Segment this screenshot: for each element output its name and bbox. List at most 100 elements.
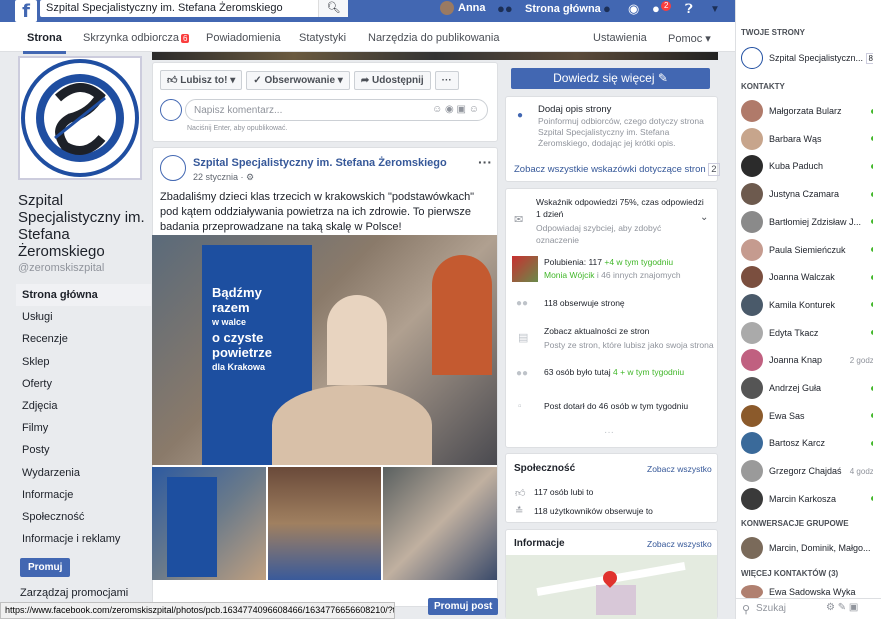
tab-publishing-tools[interactable]: Narzędzia do publikowania (368, 32, 499, 44)
contact-item[interactable]: Małgorzata Bularz (741, 100, 876, 122)
promote-post-button[interactable]: Promuj post (428, 598, 499, 615)
your-page-item[interactable]: Szpital Specjalistyczn... 8 (741, 47, 876, 69)
post-thumb-photo-3[interactable] (383, 467, 497, 580)
nav-shop[interactable]: Sklep (8, 351, 148, 373)
nav-community[interactable]: Społeczność (8, 506, 148, 528)
contact-avatar (741, 377, 763, 399)
post-thumb-photo-2[interactable] (268, 467, 381, 580)
more-contact-item[interactable]: Ewa Sadowska Wyka (741, 585, 876, 599)
contact-item[interactable]: Justyna Czamara (741, 183, 876, 206)
tab-page[interactable]: Strona (23, 32, 66, 54)
contact-item[interactable]: Kamila Konturek (741, 293, 876, 316)
friend-name-link[interactable]: Monia Wójcik (544, 270, 595, 280)
friends-icon[interactable]: ●● (497, 1, 513, 16)
contact-item[interactable]: Joanna Knap 2 godz. (741, 349, 876, 372)
feed-title[interactable]: Zobacz aktualności ze stron (544, 326, 649, 336)
group-conversation-item[interactable]: Marcin, Dominik, Małgo... (741, 537, 876, 559)
like-button[interactable]: 👍︎ Lubisz to! ▾ (160, 70, 243, 90)
help-icon[interactable]: ❓︎ (685, 1, 693, 17)
nav-home[interactable]: Strona główna (16, 284, 151, 307)
user-profile-link[interactable]: Anna (440, 1, 486, 15)
banner-line: dla Krakowa (212, 362, 266, 372)
more-dots-icon[interactable]: ··· (604, 427, 614, 438)
contact-avatar (741, 210, 763, 233)
search-icon[interactable]: 🔍︎ (318, 0, 348, 17)
comment-input[interactable]: Napisz komentarz... ☺ ◉ ▣ ☺ (185, 99, 488, 121)
more-button[interactable]: ··· (434, 71, 459, 90)
nav-about[interactable]: Informacje (8, 484, 148, 506)
friends-likes: Monia Wójcik i 46 innych znajomych (544, 270, 681, 280)
post-options-icon[interactable]: ··· (478, 154, 492, 170)
learn-more-button[interactable]: Dowiedz się więcej ✎ (511, 68, 710, 89)
contact-item[interactable]: Joanna Walczak (741, 266, 876, 289)
profile-picture[interactable] (18, 56, 142, 180)
nav-photos[interactable]: Zdjęcia (8, 395, 148, 417)
post-author-avatar[interactable] (160, 155, 186, 181)
followers-count: 118 obserwuje stronę (544, 298, 625, 308)
contact-item[interactable]: Marcin Karkosza (741, 487, 876, 510)
community-see-all-link[interactable]: Zobacz wszystko (647, 464, 712, 474)
post-main-photo[interactable]: Bądźmy razem w walce o czyste powietrze … (152, 235, 497, 465)
promote-button[interactable]: Promuj (20, 558, 71, 578)
contact-item[interactable]: Kuba Paduch (741, 155, 876, 178)
tab-settings[interactable]: Ustawienia (593, 32, 647, 44)
follow-button[interactable]: ✓ Obserwowanie ▾ (246, 71, 350, 90)
account-menu-chevron-icon[interactable]: ▼ (710, 4, 720, 15)
info-see-all-link[interactable]: Zobacz wszystko (647, 539, 712, 549)
page-left-nav: Strona główna Usługi Recenzje Sklep Ofer… (8, 284, 151, 550)
contact-item[interactable]: Andrzej Guła (741, 377, 876, 399)
contact-name: Marcin Karkosza (769, 493, 837, 504)
contact-name: Bartłomiej Zdzisław J... (769, 216, 862, 227)
nav-events[interactable]: Wydarzenia (8, 462, 148, 484)
home-link[interactable]: Strona główna (525, 3, 601, 15)
search-input[interactable]: Szpital Specjalistyczny im. Stefana Żero… (40, 0, 348, 17)
friend-requests-icon[interactable]: ● (603, 1, 611, 16)
tab-insights[interactable]: Statystyki (299, 32, 346, 44)
chevron-down-icon[interactable]: ⌄ (700, 212, 708, 223)
tab-inbox-label: Skrzynka odbiorcza (83, 32, 179, 44)
share-button[interactable]: ➦ Udostępnij (353, 71, 431, 90)
messenger-icon[interactable]: ◉ (628, 1, 639, 17)
contact-item[interactable]: Barbara Wąs (741, 127, 876, 150)
checkins-week: 4 + w tym tygodniu (613, 367, 685, 377)
manage-promotions-link[interactable]: Zarządzaj promocjami (20, 587, 148, 599)
group-avatar (741, 537, 763, 559)
contact-item[interactable]: Edyta Tkacz (741, 321, 876, 344)
contact-item[interactable]: Grzegorz Chajdaś 4 godz. (741, 460, 876, 483)
add-description-title[interactable]: Dodaj opis strony (538, 104, 611, 115)
map[interactable] (506, 555, 717, 619)
action-buttons: 👍︎ Lubisz to! ▾ ✓ Obserwowanie ▾ ➦ Udostęp… (160, 70, 463, 90)
settings-icons[interactable]: ⚙︎ ✎ ▣ (826, 602, 858, 613)
contact-item[interactable]: Bartłomiej Zdzisław J... (741, 210, 876, 233)
nav-offers[interactable]: Oferty (8, 373, 148, 395)
post-author-link[interactable]: Szpital Specjalistyczny im. Stefana Żero… (193, 157, 447, 169)
notifications-icon[interactable]: ● (652, 1, 660, 16)
post-date[interactable]: 22 stycznia · ⚙︎ (193, 172, 254, 183)
tab-inbox[interactable]: Skrzynka odbiorcza 6 (83, 32, 190, 44)
comment-hint: Naciśnij Enter, aby opublikować. (187, 125, 288, 132)
tips-link[interactable]: Zobacz wszystkie wskazówki dotyczące str… (514, 163, 720, 176)
contact-item[interactable]: Ewa Sas (741, 404, 876, 427)
scrollbar[interactable] (873, 30, 881, 590)
chat-search-input[interactable]: Szukaj (756, 603, 786, 614)
contact-avatar (741, 127, 763, 150)
community-likes: 117 osób lubi to (534, 487, 594, 497)
contact-item[interactable]: Bartosz Karcz (741, 432, 876, 455)
nav-services[interactable]: Usługi (8, 306, 148, 328)
comment-tools-icons[interactable]: ☺ ◉ ▣ ☺ (432, 104, 479, 115)
children-photo (272, 385, 432, 465)
contacts-heading: KONTAKTY (741, 82, 785, 91)
tab-notifications[interactable]: Powiadomienia (206, 32, 281, 44)
person-photo (432, 255, 492, 375)
nav-reviews[interactable]: Recenzje (8, 328, 148, 350)
nav-videos[interactable]: Filmy (8, 417, 148, 439)
facebook-logo-icon[interactable]: f (15, 0, 37, 22)
nav-posts[interactable]: Posty (8, 439, 148, 461)
nav-info-ads[interactable]: Informacje i reklamy (8, 528, 148, 550)
like-label: Lubisz to! (180, 75, 228, 86)
contact-avatar (741, 293, 763, 316)
person-photo (327, 295, 387, 385)
contact-item[interactable]: Paula Siemieńczuk (741, 238, 876, 261)
tab-help[interactable]: Pomoc ▾ (668, 32, 711, 45)
post-thumb-photo-1[interactable] (152, 467, 266, 580)
